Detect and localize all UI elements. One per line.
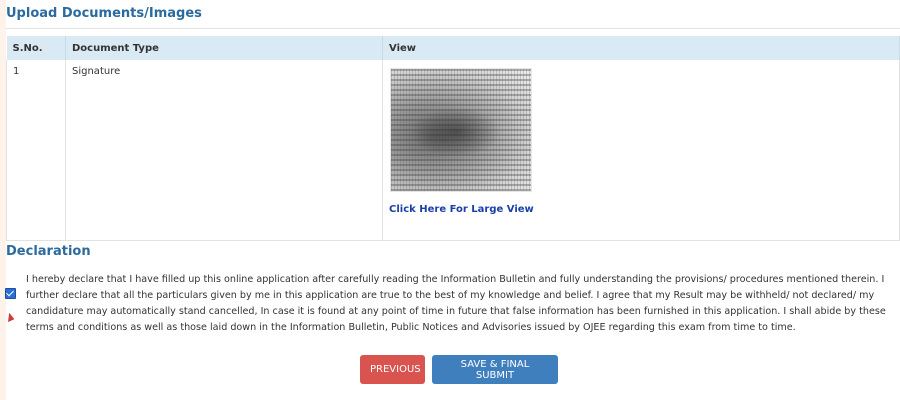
column-header-sno: S.No. <box>6 36 66 60</box>
cell-sno: 1 <box>6 60 66 241</box>
section-divider <box>6 28 900 29</box>
save-final-submit-button[interactable]: SAVE & FINAL SUBMIT <box>432 355 558 384</box>
table-header-row: S.No. Document Type View <box>6 36 900 60</box>
page: Upload Documents/Images S.No. Document T… <box>0 0 900 400</box>
declaration-section-title: Declaration <box>6 244 91 259</box>
required-marker-icon <box>4 311 15 323</box>
table-row: 1 Signature Click Here For Large View <box>6 60 900 241</box>
column-header-view: View <box>382 36 900 60</box>
upload-section-title: Upload Documents/Images <box>6 6 202 21</box>
large-view-link[interactable]: Click Here For Large View <box>389 204 893 215</box>
cell-document-type: Signature <box>65 60 383 241</box>
content-panel: Upload Documents/Images S.No. Document T… <box>4 0 900 400</box>
cell-view: Click Here For Large View <box>382 60 900 241</box>
declaration-checkbox[interactable] <box>5 288 16 299</box>
column-header-document-type: Document Type <box>65 36 383 60</box>
documents-table: S.No. Document Type View 1 Signature Cli… <box>6 36 900 241</box>
declaration-text: I hereby declare that I have filled up t… <box>26 274 886 333</box>
previous-button[interactable]: PREVIOUS <box>360 355 425 384</box>
signature-image <box>390 68 532 192</box>
